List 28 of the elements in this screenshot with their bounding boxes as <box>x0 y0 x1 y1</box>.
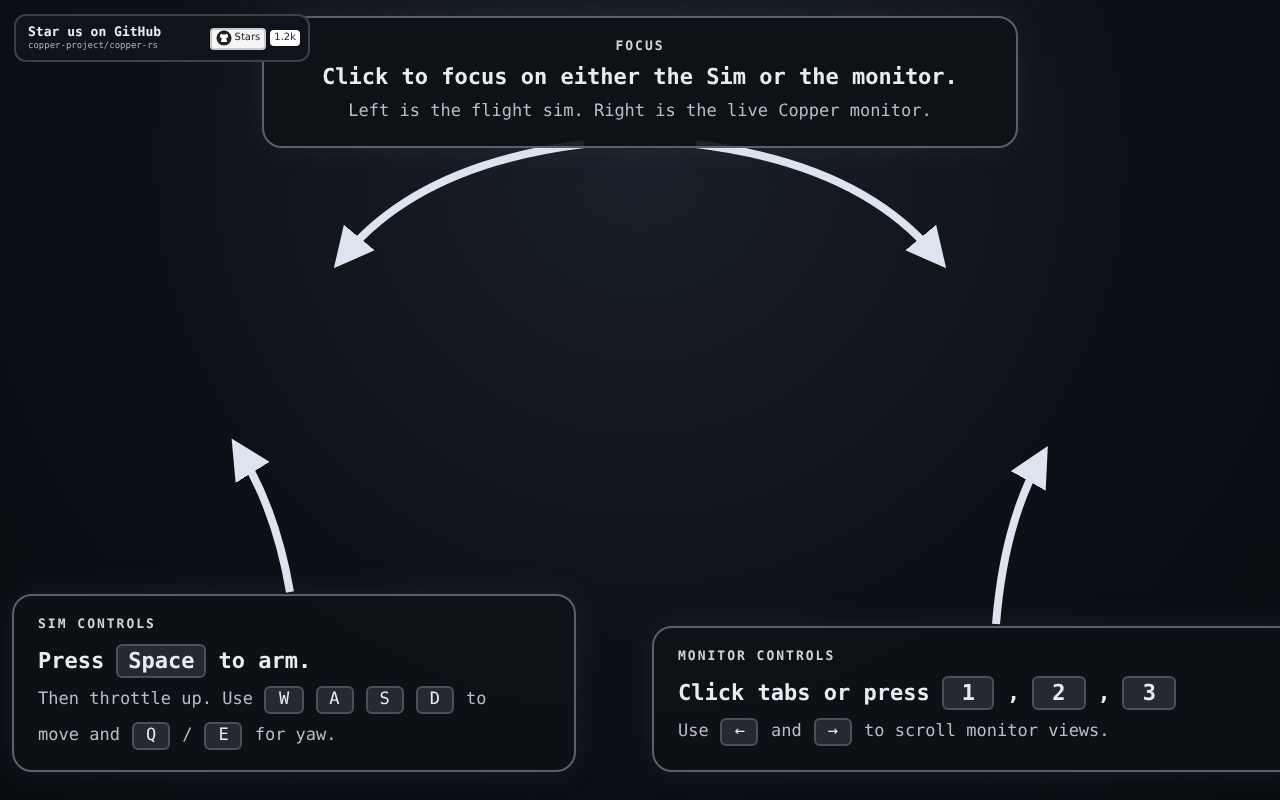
instruction-text: , <box>1097 680 1111 706</box>
instruction-text: / <box>182 726 193 746</box>
key-cap: 2 <box>1032 676 1086 710</box>
key-cap: 1 <box>941 676 995 710</box>
instruction-text: Then throttle up. Use <box>38 690 253 710</box>
key-cap: 3 <box>1122 676 1176 710</box>
instruction-text: move and <box>38 726 120 746</box>
key-cap: W <box>264 686 304 714</box>
key-cap: ← <box>720 718 759 746</box>
key-cap: Space <box>116 644 207 678</box>
instruction-text: , <box>1006 680 1021 706</box>
key-cap: S <box>365 686 404 714</box>
card-subtitle: Left is the flight sim. Right is the live Copper monitor. <box>348 102 932 122</box>
instruction-text: to arm. <box>218 648 312 674</box>
instruction-text: to scroll monitor views. <box>863 722 1110 742</box>
instruction-text: for yaw. <box>254 726 337 746</box>
key-cap: Q <box>131 722 171 750</box>
key-cap: A <box>315 686 354 714</box>
instruction-text: Click tabs or press <box>678 680 930 706</box>
instruction-text: Press <box>38 648 105 674</box>
github-icon <box>216 30 233 46</box>
key-cap: D <box>415 686 454 714</box>
instruction-text: and <box>770 722 802 742</box>
instruction-text: to <box>465 690 487 710</box>
card-title: Click to focus on either the Sim or the monitor. <box>322 64 958 90</box>
key-cap: → <box>813 718 852 746</box>
instruction-text: Use <box>678 722 709 742</box>
key-cap: E <box>204 722 243 750</box>
